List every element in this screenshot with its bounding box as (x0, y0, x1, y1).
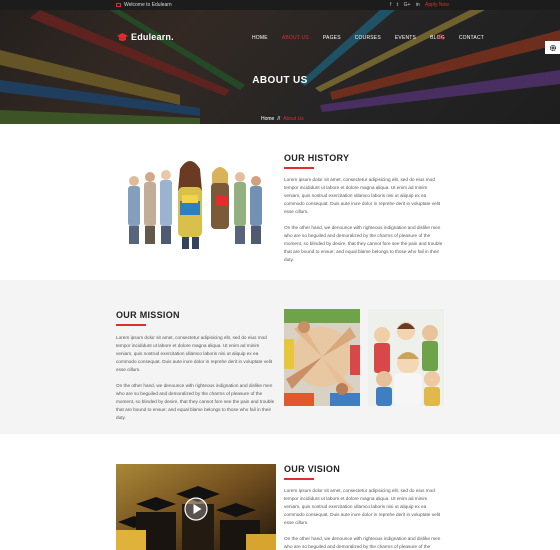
top-bar: Welcome to Edulearn f t G+ in Apply Now (0, 0, 560, 10)
welcome-text: Welcome to Edulearn (124, 2, 172, 8)
hands-together-image (284, 309, 360, 406)
linkedin-icon[interactable]: in (416, 2, 420, 8)
history-text-block: OUR HISTORY Lorem ipsum dolor sit amet, … (284, 153, 444, 264)
mission-title: OUR MISSION (116, 310, 180, 320)
history-paragraph-2: On the other hand, we denounce with righ… (284, 225, 443, 262)
children-group-image (368, 309, 444, 406)
nav-home[interactable]: HOME (252, 35, 268, 41)
nav-contact[interactable]: CONTACT (459, 35, 484, 41)
vision-paragraph-1: Lorem ipsum dolor sit amet, consectetur … (284, 488, 441, 525)
breadcrumb-home[interactable]: Home (261, 116, 274, 122)
vision-video[interactable] (116, 464, 276, 550)
title-underline (116, 324, 146, 326)
gear-icon (549, 44, 556, 51)
main-nav: HOME ABOUT US PAGES COURSES EVENTS BLOG … (252, 34, 498, 41)
breadcrumb-separator: // (277, 116, 281, 122)
vision-title: OUR VISION (284, 464, 341, 474)
twitter-icon[interactable]: t (397, 2, 398, 8)
nav-courses[interactable]: COURSES (355, 35, 381, 41)
vision-section: OUR VISION Lorem ipsum dolor sit amet, c… (0, 434, 560, 550)
brand-name: Edulearn. (131, 32, 174, 42)
vision-paragraph-2: On the other hand, we denounce with righ… (284, 536, 441, 549)
envelope-icon (116, 3, 121, 7)
page-title: ABOUT US (252, 75, 308, 86)
vision-text-block: OUR VISION Lorem ipsum dolor sit amet, c… (284, 464, 444, 550)
history-title: OUR HISTORY (284, 153, 350, 163)
play-icon[interactable] (184, 497, 208, 521)
google-plus-icon[interactable]: G+ (404, 2, 411, 8)
hero-overlay (0, 10, 560, 124)
nav-events[interactable]: EVENTS (395, 35, 416, 41)
facebook-icon[interactable]: f (390, 2, 391, 8)
welcome-message: Welcome to Edulearn (116, 1, 172, 9)
breadcrumb: Home//About Us (261, 116, 304, 122)
history-paragraph-1: Lorem ipsum dolor sit amet, consectetur … (284, 177, 441, 214)
mission-text-block: OUR MISSION Lorem ipsum dolor sit amet, … (116, 310, 276, 422)
mission-paragraph-1: Lorem ipsum dolor sit amet, consectetur … (116, 335, 273, 372)
nav-pages[interactable]: PAGES (323, 35, 341, 41)
social-links: f t G+ in (390, 1, 424, 9)
nav-about-us[interactable]: ABOUT US (282, 35, 309, 41)
breadcrumb-current: About Us (283, 116, 304, 122)
title-underline (284, 167, 314, 169)
mission-paragraph-2: On the other hand, we denounce with righ… (116, 383, 275, 420)
title-underline (284, 478, 314, 480)
students-group-image (120, 151, 272, 249)
history-section: OUR HISTORY Lorem ipsum dolor sit amet, … (0, 124, 560, 280)
brand-logo[interactable]: Edulearn. (117, 32, 174, 42)
hero-banner: Edulearn. HOME ABOUT US PAGES COURSES EV… (0, 10, 560, 124)
apply-now-link[interactable]: Apply Now (425, 1, 449, 9)
settings-toggle-button[interactable] (545, 41, 560, 54)
mission-section: OUR MISSION Lorem ipsum dolor sit amet, … (0, 280, 560, 434)
search-icon[interactable] (438, 34, 444, 40)
graduation-cap-icon (117, 32, 128, 41)
